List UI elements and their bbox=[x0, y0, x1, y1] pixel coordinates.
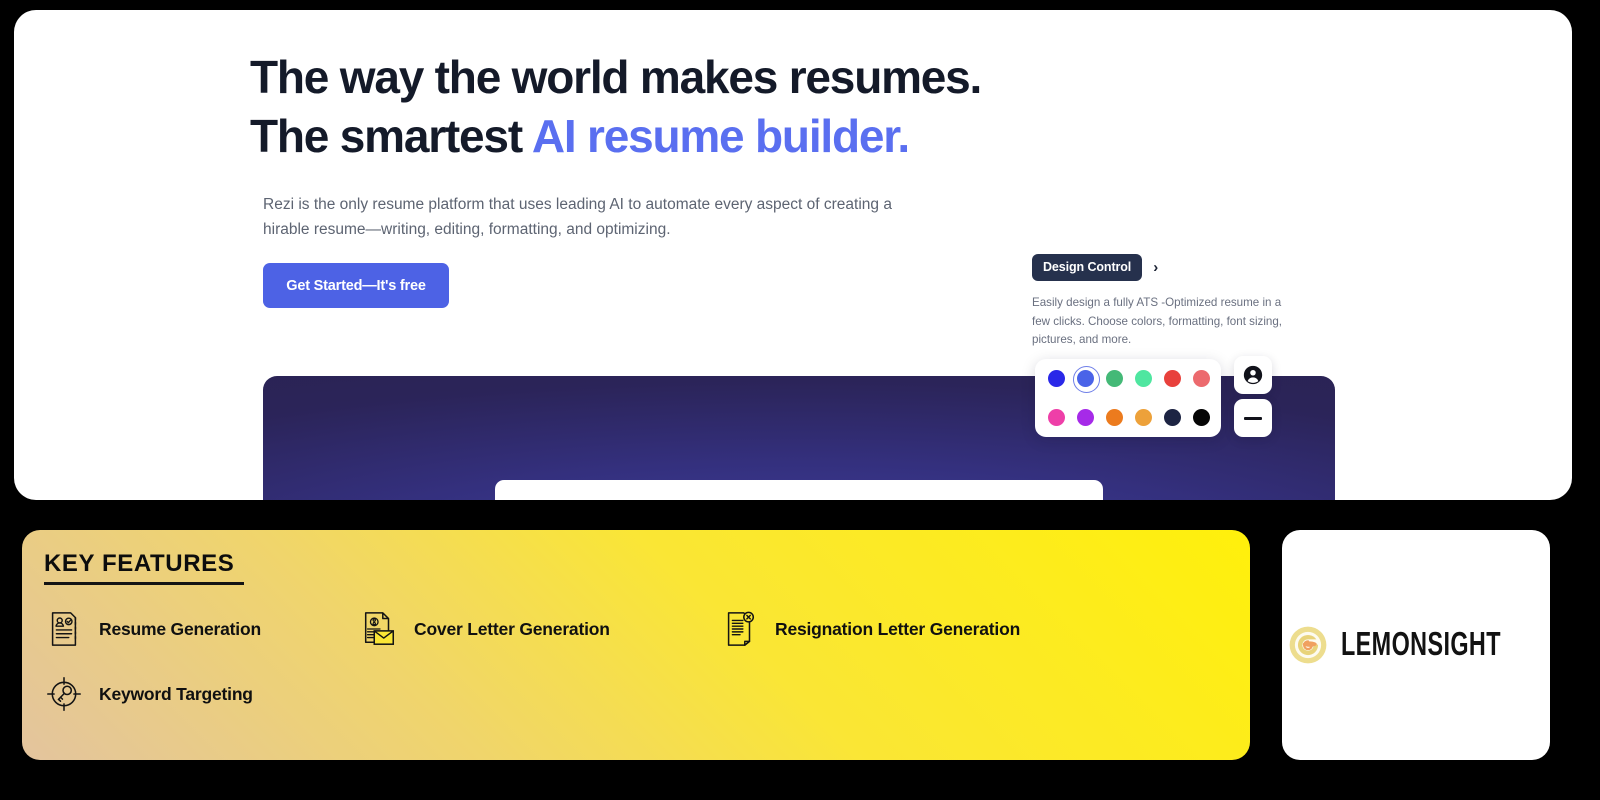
brand-name: LEMONSIGHT bbox=[1340, 625, 1501, 663]
resignation-document-x-icon bbox=[727, 611, 755, 646]
feature-item-cover-letter-generation: Cover Letter Generation bbox=[361, 610, 610, 648]
profile-picture-button[interactable] bbox=[1234, 356, 1272, 394]
hero-card: The way the world makes resumes. The sma… bbox=[14, 10, 1572, 500]
feature-item-resignation-letter-generation: Resignation Letter Generation bbox=[722, 610, 1020, 648]
color-swatch-royal-blue[interactable] bbox=[1073, 366, 1100, 393]
design-control-pill[interactable]: Design Control bbox=[1032, 254, 1143, 281]
palette-row-1 bbox=[1048, 366, 1210, 393]
hero-subcopy: Rezi is the only resume platform that us… bbox=[263, 196, 892, 238]
color-swatch-green[interactable] bbox=[1106, 370, 1123, 387]
color-swatch-amber[interactable] bbox=[1135, 409, 1152, 426]
feature-label: Resume Generation bbox=[99, 618, 261, 639]
feature-item-resume-generation: Resume Generation bbox=[46, 610, 261, 648]
palette-row-2 bbox=[1048, 409, 1210, 426]
chevron-right-icon[interactable]: › bbox=[1153, 260, 1158, 275]
brand-logo-card: LEMONSIGHT bbox=[1282, 530, 1550, 760]
page-title: The way the world makes resumes. The sma… bbox=[250, 48, 1130, 166]
cover-letter-envelope-icon bbox=[364, 612, 395, 645]
user-avatar-icon bbox=[1243, 365, 1263, 385]
color-swatch-black[interactable] bbox=[1193, 409, 1210, 426]
headline-line-1: The way the world makes resumes. bbox=[250, 51, 982, 103]
feature-label: Keyword Targeting bbox=[99, 683, 253, 704]
title-underline bbox=[44, 582, 244, 585]
resume-document-icon bbox=[51, 612, 77, 646]
headline-accent: AI resume builder. bbox=[531, 110, 910, 162]
headline-line-2-prefix: The smartest bbox=[250, 110, 532, 162]
color-swatch-purple[interactable] bbox=[1077, 409, 1094, 426]
feature-label: Resignation Letter Generation bbox=[775, 618, 1021, 639]
remove-button[interactable] bbox=[1234, 399, 1272, 437]
color-swatch-blue[interactable] bbox=[1048, 370, 1065, 387]
color-swatch-salmon[interactable] bbox=[1193, 370, 1210, 387]
keyword-target-key-icon bbox=[47, 677, 81, 711]
feature-item-keyword-targeting: Keyword Targeting bbox=[46, 675, 253, 713]
get-started-button[interactable]: Get Started—It's free bbox=[263, 263, 449, 308]
key-features-card: KEY FEATURES Resume Generation Cover Let… bbox=[22, 530, 1250, 760]
color-swatch-orange[interactable] bbox=[1106, 409, 1123, 426]
color-palette-popover[interactable] bbox=[1035, 359, 1221, 437]
page-root: The way the world makes resumes. The sma… bbox=[0, 0, 1600, 800]
key-features-title: KEY FEATURES bbox=[44, 550, 235, 577]
minus-icon bbox=[1244, 416, 1262, 420]
color-swatch-pink[interactable] bbox=[1048, 409, 1065, 426]
resume-preview-document bbox=[495, 480, 1103, 500]
color-swatch-mint-green[interactable] bbox=[1135, 370, 1152, 387]
feature-label: Cover Letter Generation bbox=[414, 618, 610, 639]
design-control-description: Easily design a fully ATS -Optimized res… bbox=[1032, 296, 1283, 346]
design-control-callout: Design Control › Easily design a fully A… bbox=[1032, 254, 1322, 350]
lemon-swirl-icon bbox=[1289, 626, 1326, 664]
color-swatch-navy[interactable] bbox=[1164, 409, 1181, 426]
color-swatch-red[interactable] bbox=[1164, 370, 1181, 387]
